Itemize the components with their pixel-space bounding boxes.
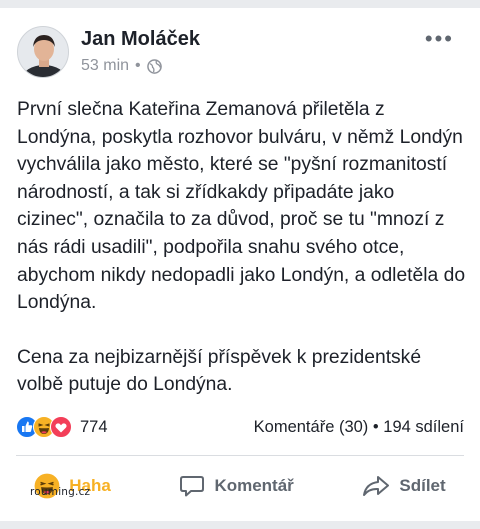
share-button[interactable]: Sdílet	[362, 474, 446, 498]
more-dots-icon[interactable]: •••	[425, 28, 454, 50]
comment-button[interactable]: Komentář	[179, 474, 294, 498]
avatar-photo	[18, 27, 68, 77]
stats-separator: •	[372, 417, 379, 436]
post-paragraph-2: Cena za nejbizarnější příspěvek k prezid…	[17, 346, 422, 396]
comments-shares: Komentáře (30) • 194 sdílení	[254, 418, 464, 437]
share-icon	[363, 476, 390, 496]
reactions-summary[interactable]: 774	[16, 416, 108, 438]
share-label: Sdílet	[399, 476, 446, 495]
post-time[interactable]: 53 min	[81, 57, 129, 75]
reaction-stats-bar: 774 Komentáře (30) • 194 sdílení	[16, 412, 464, 442]
post-body: První slečna Kateřina Zemanová přiletěla…	[17, 96, 469, 426]
reaction-count: 774	[80, 417, 108, 436]
globe-icon	[146, 58, 162, 74]
meta-separator: •	[135, 57, 141, 74]
action-divider	[16, 455, 464, 456]
post-meta: 53 min •	[81, 57, 162, 75]
comment-label: Komentář	[214, 476, 294, 495]
post-card: Jan Moláček 53 min • ••• První slečna Ka…	[0, 8, 480, 521]
comments-count-link[interactable]: Komentáře (30)	[254, 418, 369, 436]
post-paragraph-1: První slečna Kateřina Zemanová přiletěla…	[17, 99, 466, 314]
author-name[interactable]: Jan Moláček	[81, 28, 200, 51]
avatar[interactable]	[17, 26, 69, 78]
post-header: Jan Moláček 53 min • •••	[17, 26, 468, 82]
shares-count-link[interactable]: 194 sdílení	[383, 418, 464, 436]
comment-icon	[180, 476, 205, 497]
love-icon	[50, 416, 72, 438]
watermark: rouming.cz	[30, 486, 91, 498]
